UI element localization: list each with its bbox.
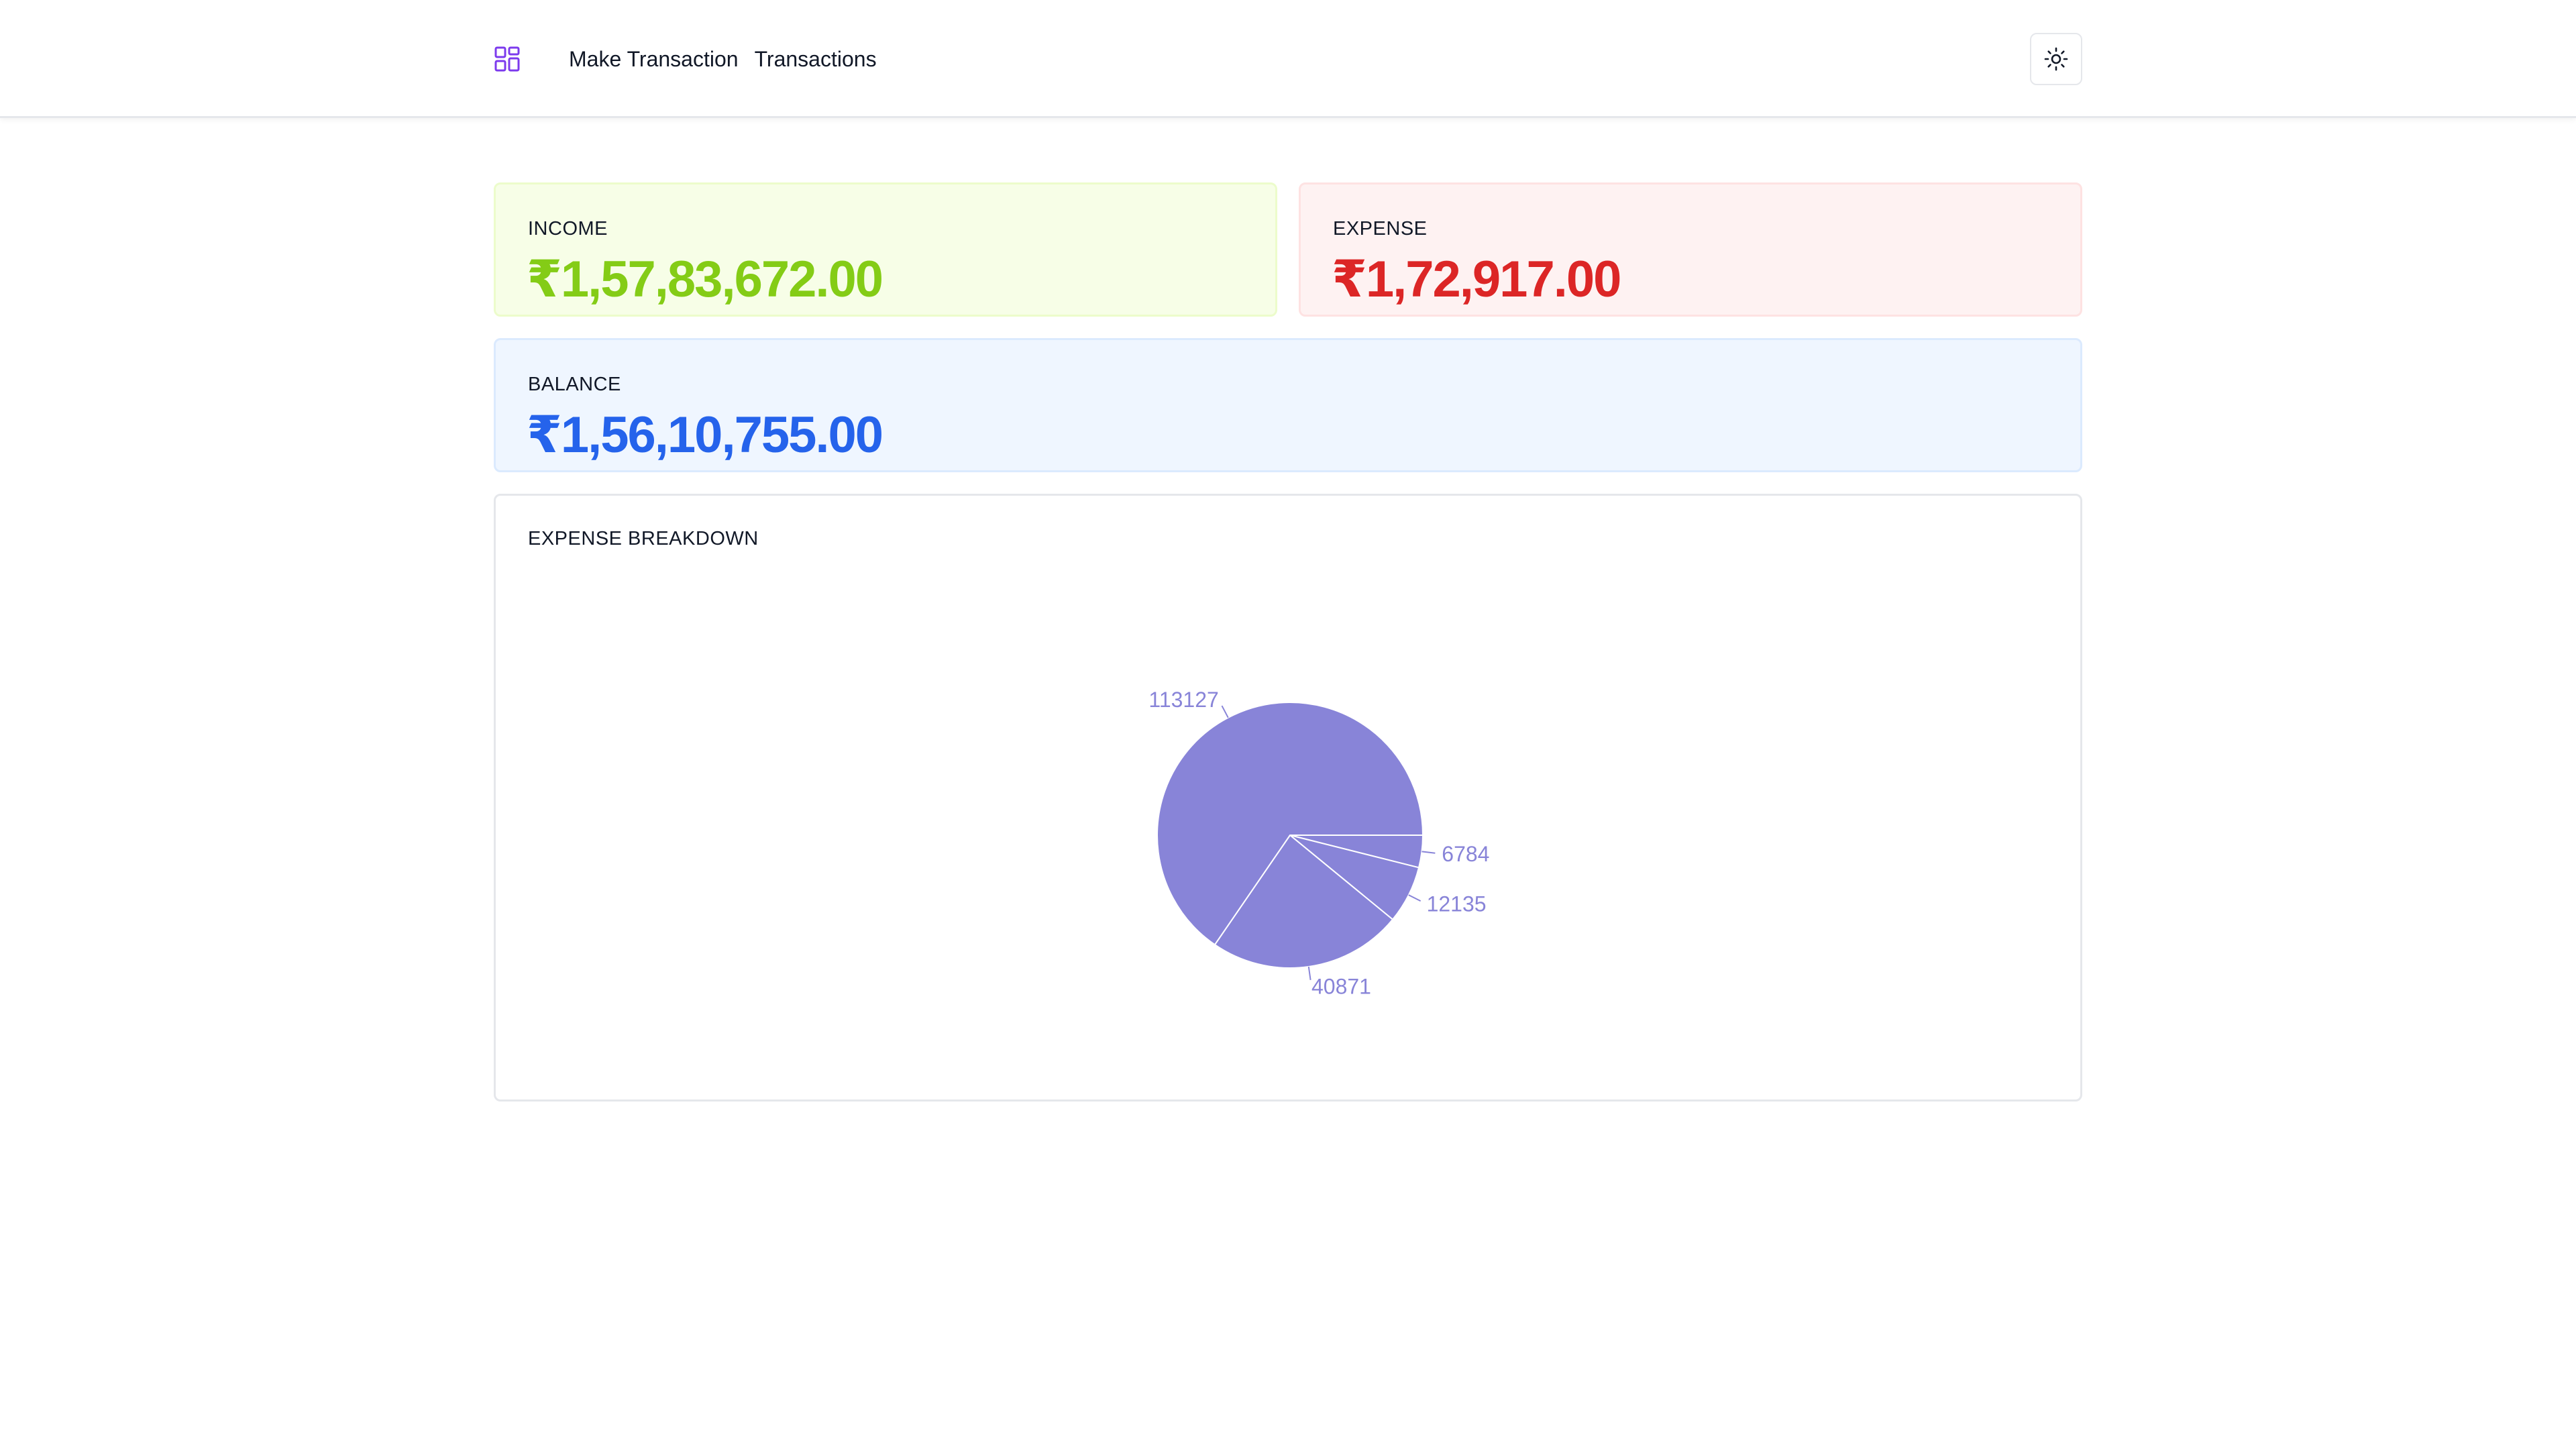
pie-slice-label: 12135: [1427, 892, 1487, 916]
pie-slice-label: 40871: [1311, 975, 1371, 999]
expense-label: EXPENSE: [1333, 218, 1428, 239]
theme-toggle-button[interactable]: [2030, 33, 2082, 85]
sun-icon: [2044, 47, 2068, 71]
nav-transactions-link[interactable]: Transactions: [755, 47, 877, 72]
income-card: INCOME ₹1,57,83,672.00: [494, 182, 1277, 317]
dashboard-grid-icon[interactable]: [494, 46, 521, 72]
balance-label: BALANCE: [528, 374, 621, 395]
expense-value: ₹1,72,917.00: [1332, 251, 1621, 308]
navbar-inner: Make Transaction Transactions: [494, 0, 2082, 118]
top-navbar: Make Transaction Transactions: [0, 0, 2576, 118]
balance-card: BALANCE ₹1,56,10,755.00: [494, 338, 2082, 472]
income-label: INCOME: [528, 218, 608, 239]
expense-card: EXPENSE ₹1,72,917.00: [1299, 182, 2082, 317]
pie-slice-label: 113127: [1148, 688, 1218, 712]
pie-label-line: [1408, 894, 1421, 902]
expense-breakdown-card: EXPENSE BREAKDOWN 6784 12135 40871 113127: [494, 494, 2082, 1102]
pie-label-line: [1421, 851, 1436, 854]
income-value: ₹1,57,83,672.00: [527, 251, 883, 308]
balance-value: ₹1,56,10,755.00: [527, 407, 883, 464]
pie-label-line: [1221, 705, 1229, 718]
expense-pie-chart: 6784 12135 40871 113127: [1148, 688, 1489, 999]
nav-make-transaction-link[interactable]: Make Transaction: [569, 47, 739, 72]
pie-slice-label: 6784: [1442, 842, 1489, 866]
pie-label-line: [1307, 966, 1311, 980]
